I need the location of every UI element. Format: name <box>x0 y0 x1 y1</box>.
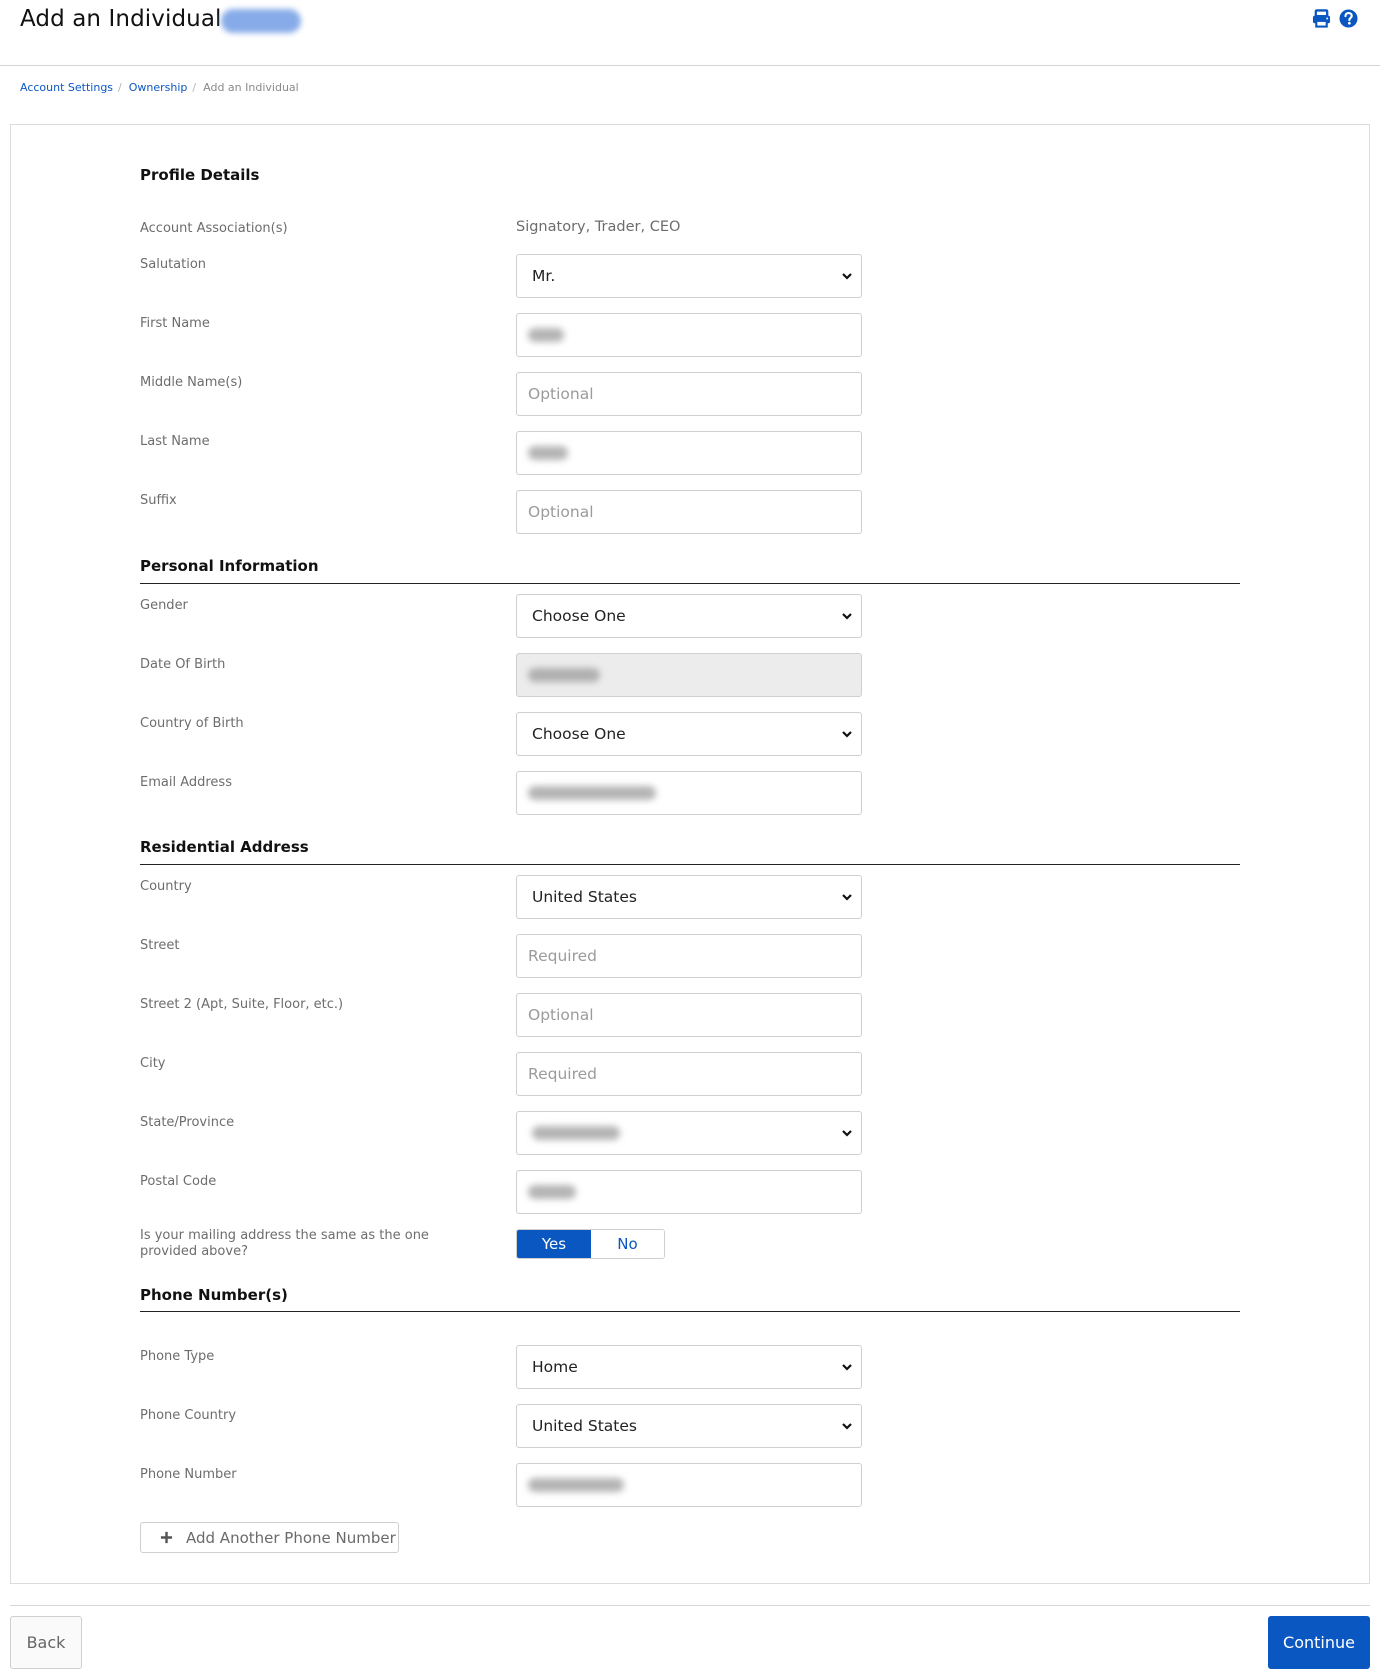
section-phone-numbers: Phone Number(s) <box>140 1286 288 1304</box>
gender-select[interactable]: Choose One <box>516 594 862 638</box>
country-label: Country <box>140 879 192 894</box>
first-name-input[interactable] <box>516 313 862 357</box>
section-divider <box>140 1311 1240 1312</box>
chevron-down-icon <box>842 1364 852 1371</box>
redacted-state <box>532 1126 620 1140</box>
state-select[interactable] <box>516 1111 862 1155</box>
street-placeholder: Required <box>528 947 597 965</box>
mailing-same-yes[interactable]: Yes <box>517 1230 591 1258</box>
phone-type-label: Phone Type <box>140 1349 215 1364</box>
chevron-down-icon <box>842 273 852 280</box>
mailing-same-toggle: Yes No <box>516 1229 665 1259</box>
add-phone-button[interactable]: Add Another Phone Number <box>140 1522 399 1553</box>
city-input[interactable]: Required <box>516 1052 862 1096</box>
suffix-input[interactable]: Optional <box>516 490 862 534</box>
postal-code-input[interactable] <box>516 1170 862 1214</box>
last-name-input[interactable] <box>516 431 862 475</box>
middle-name-placeholder: Optional <box>528 385 594 403</box>
section-divider <box>140 583 1240 584</box>
salutation-value: Mr. <box>532 267 556 285</box>
country-value: United States <box>532 888 637 906</box>
dob-input[interactable] <box>516 653 862 697</box>
street-label: Street <box>140 938 180 953</box>
footer-divider <box>10 1605 1370 1606</box>
redacted-dob <box>528 668 600 682</box>
back-button[interactable]: Back <box>10 1616 82 1669</box>
phone-country-select[interactable]: United States <box>516 1404 862 1448</box>
street-input[interactable]: Required <box>516 934 862 978</box>
page-title: Add an Individual <box>20 6 222 32</box>
chevron-down-icon <box>842 1423 852 1430</box>
account-associations-value: Signatory, Trader, CEO <box>516 219 681 235</box>
add-phone-label: Add Another Phone Number <box>186 1528 396 1547</box>
breadcrumb-separator: / <box>192 81 197 94</box>
phone-number-label: Phone Number <box>140 1467 237 1482</box>
chevron-down-icon <box>842 894 852 901</box>
mailing-same-no[interactable]: No <box>591 1230 664 1258</box>
phone-type-select[interactable]: Home <box>516 1345 862 1389</box>
breadcrumb-separator: / <box>118 81 122 94</box>
salutation-label: Salutation <box>140 257 207 272</box>
dob-label: Date Of Birth <box>140 657 226 672</box>
country-select[interactable]: United States <box>516 875 862 919</box>
breadcrumb-account-settings[interactable]: Account Settings <box>20 81 113 94</box>
redacted-postal-code <box>528 1185 576 1199</box>
phone-country-value: United States <box>532 1417 637 1435</box>
country-of-birth-select[interactable]: Choose One <box>516 712 862 756</box>
breadcrumb: Account Settings / Ownership / Add an In… <box>20 81 299 94</box>
middle-name-input[interactable]: Optional <box>516 372 862 416</box>
continue-button[interactable]: Continue <box>1268 1616 1370 1669</box>
breadcrumb-ownership[interactable]: Ownership <box>129 81 188 94</box>
section-residential-address: Residential Address <box>140 838 309 856</box>
chevron-down-icon <box>842 613 852 620</box>
redacted-first-name <box>528 328 564 342</box>
street2-label: Street 2 (Apt, Suite, Floor, etc.) <box>140 997 344 1012</box>
street2-placeholder: Optional <box>528 1006 594 1024</box>
city-placeholder: Required <box>528 1065 597 1083</box>
phone-country-label: Phone Country <box>140 1408 237 1423</box>
salutation-select[interactable]: Mr. <box>516 254 862 298</box>
redacted-last-name <box>528 446 568 460</box>
middle-name-label: Middle Name(s) <box>140 375 243 390</box>
print-icon[interactable] <box>1312 9 1331 28</box>
redacted-phone-number <box>528 1478 624 1492</box>
plus-icon <box>160 1531 173 1544</box>
email-input[interactable] <box>516 771 862 815</box>
last-name-label: Last Name <box>140 434 210 449</box>
header-divider <box>0 65 1380 66</box>
mailing-same-label: Is your mailing address the same as the … <box>140 1228 429 1259</box>
section-divider <box>140 864 1240 865</box>
city-label: City <box>140 1056 166 1071</box>
gender-value: Choose One <box>532 607 626 625</box>
redacted-account-badge <box>221 9 301 33</box>
street2-input[interactable]: Optional <box>516 993 862 1037</box>
account-associations-label: Account Association(s) <box>140 221 288 236</box>
suffix-placeholder: Optional <box>528 503 594 521</box>
email-label: Email Address <box>140 775 232 790</box>
gender-label: Gender <box>140 598 188 613</box>
section-personal-information: Personal Information <box>140 557 319 575</box>
postal-code-label: Postal Code <box>140 1174 217 1189</box>
breadcrumb-current: Add an Individual <box>203 81 299 94</box>
country-of-birth-value: Choose One <box>532 725 626 743</box>
country-of-birth-label: Country of Birth <box>140 716 244 731</box>
first-name-label: First Name <box>140 316 210 331</box>
section-profile-details: Profile Details <box>140 166 260 184</box>
phone-type-value: Home <box>532 1358 578 1376</box>
suffix-label: Suffix <box>140 493 177 508</box>
phone-number-input[interactable] <box>516 1463 862 1507</box>
state-label: State/Province <box>140 1115 235 1130</box>
redacted-email <box>528 786 656 800</box>
help-icon[interactable] <box>1339 9 1358 28</box>
chevron-down-icon <box>842 731 852 738</box>
chevron-down-icon <box>842 1130 852 1137</box>
